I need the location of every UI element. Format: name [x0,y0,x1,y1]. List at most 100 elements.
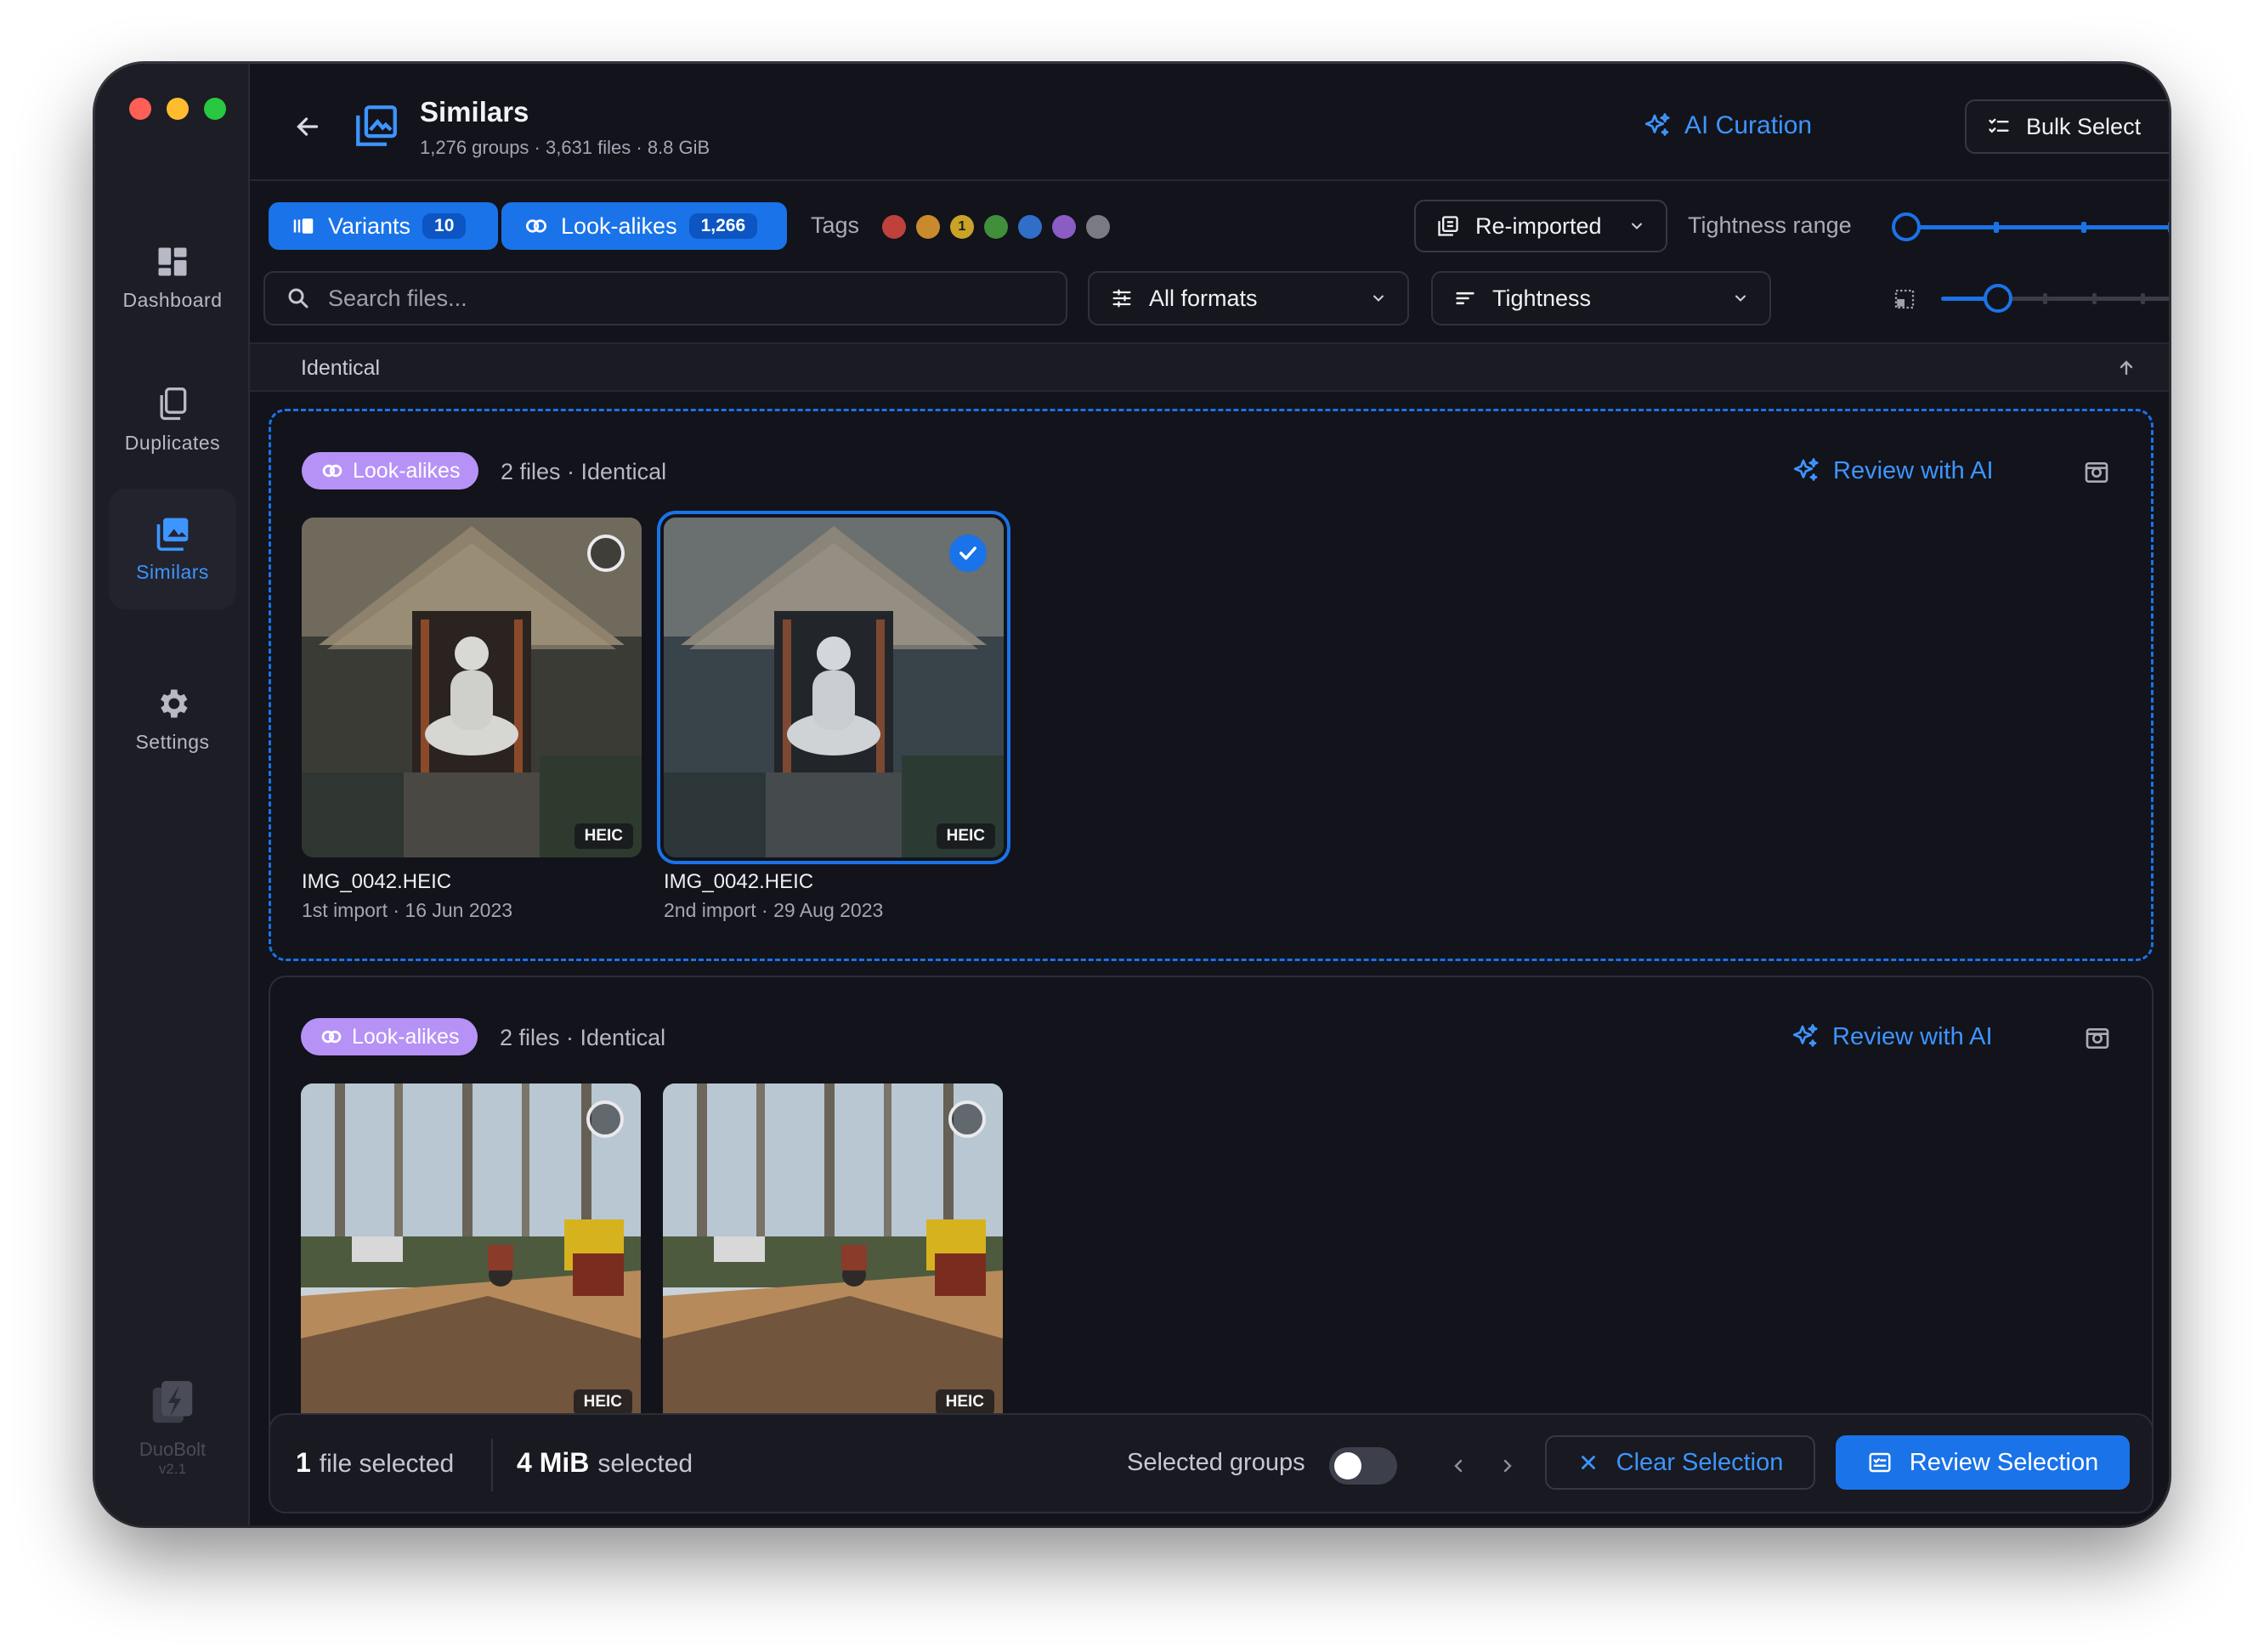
group-type-pill: Look-alikes [301,1018,478,1055]
size-tick [2043,293,2047,304]
tightness-range-label: Tightness range [1688,212,1852,238]
brand-version: v2.1 [158,1461,187,1477]
chevron-down-icon [1735,295,1746,302]
thumbnail-size-handle[interactable] [1984,284,2012,313]
review-selection-button[interactable]: Review Selection [1836,1435,2130,1490]
review-list-icon [1869,1452,1891,1473]
brand-logo: DuoBolt v2.1 [95,1377,250,1478]
lookalikes-icon [526,219,546,233]
bolt-logo-icon [152,1381,193,1423]
sparkle-icon [1793,458,1819,481]
format-badge: HEIC [935,1389,994,1415]
preview-icon[interactable] [2083,459,2110,486]
chevron-down-icon [1373,295,1384,302]
tag-color-dot[interactable] [916,215,940,239]
clear-selection-button[interactable]: Clear Selection [1545,1435,1815,1490]
ai-curation-label: AI Curation [1684,111,1813,139]
sidebar-item-settings[interactable]: Settings [109,659,236,779]
select-checkbox[interactable] [587,535,625,572]
group-type-label: Look-alikes [352,1024,460,1049]
sparkle-icon [1792,1024,1818,1047]
tightness-range-track[interactable] [1905,225,2169,229]
tightness-sort-dropdown[interactable]: Tightness [1431,271,1771,325]
variants-filter-button[interactable]: Variants 10 [269,202,498,250]
similar-group[interactable]: Look-alikes 2 files · Identical Review w… [269,409,2154,961]
sidebar-item-dashboard[interactable]: Dashboard [109,217,236,337]
review-with-ai-button[interactable]: Review with AI [1790,1021,1993,1052]
back-arrow-icon[interactable] [292,111,323,142]
select-checkbox[interactable] [948,1100,986,1138]
tightness-range-min-handle[interactable] [1892,212,1921,241]
selected-groups-toggle[interactable] [1329,1447,1397,1485]
close-window-button[interactable] [129,98,151,120]
ai-curation-button[interactable]: AI Curation [1642,110,1812,141]
maximize-window-button[interactable] [204,98,226,120]
search-input[interactable] [328,285,1045,312]
shrine-photo [664,518,1004,857]
reimported-dropdown[interactable]: Re-imported [1414,200,1667,252]
tag-color-dot[interactable] [1018,215,1042,239]
selected-size-label: selected [597,1450,693,1478]
sidebar-item-similars[interactable]: Similars [109,489,236,609]
selected-count-label: file selected [319,1450,455,1478]
page-header: Similars 1,276 groups · 3,631 files · 8.… [250,64,2169,181]
preview-icon[interactable] [2084,1025,2111,1052]
chevron-left-icon[interactable] [1448,1456,1469,1476]
checklist-icon [1989,118,2009,133]
file-name: IMG_0042.HEIC [664,870,814,893]
formats-label: All formats [1149,285,1258,311]
lookalikes-icon [321,1030,342,1044]
format-badge: HEIC [573,1389,632,1415]
group-meta: 2 files · Identical [501,459,667,484]
range-tick [2168,222,2169,233]
street-photo [301,1083,641,1423]
sidebar-item-duplicates[interactable]: Duplicates [109,359,236,480]
minimize-window-button[interactable] [167,98,189,120]
tag-color-dot[interactable] [882,215,906,239]
file-thumbnail[interactable]: HEIC [302,518,642,857]
divider [491,1439,493,1491]
section-title: Identical [301,356,381,380]
variants-label: Variants [328,212,411,239]
group-type-pill: Look-alikes [302,452,479,489]
arrow-up-icon[interactable] [2116,358,2137,378]
select-checkbox[interactable] [586,1100,624,1138]
formats-dropdown[interactable]: All formats [1088,271,1409,325]
format-badge: HEIC [936,823,995,849]
sliders-icon [1112,289,1131,308]
review-with-ai-button[interactable]: Review with AI [1791,455,1994,486]
file-name: IMG_0042.HEIC [302,870,452,893]
search-icon [288,288,308,308]
close-icon [1581,1456,1595,1469]
select-checkbox-checked[interactable] [949,535,987,572]
tag-color-dot[interactable] [1086,215,1110,239]
tag-color-dot[interactable] [984,215,1008,239]
lookalikes-icon [322,464,342,478]
sidebar: Dashboard Duplicates Similars Settings D… [95,64,250,1525]
range-tick [1994,222,1999,233]
sidebar-item-label: Similars [136,560,209,583]
lookalikes-filter-button[interactable]: Look-alikes 1,266 [501,202,787,250]
chevron-right-icon[interactable] [1497,1456,1518,1476]
similars-icon [356,105,397,146]
dashboard-icon [158,247,187,275]
tag-color-dot[interactable] [1052,215,1076,239]
file-thumbnail[interactable]: HEIC [301,1083,641,1423]
similars-icon [156,518,189,551]
shrine-photo [302,518,642,857]
format-badge: HEIC [574,823,633,849]
small-thumbnail-icon[interactable] [1892,286,1917,312]
sparkle-icon [1644,113,1670,136]
selection-bar: 1 file selected 4 MiB selected Selected gr… [269,1413,2154,1513]
section-header[interactable]: Identical [250,342,2169,392]
search-box [263,271,1067,325]
bulk-select-dropdown[interactable]: Bulk Select [1965,99,2169,154]
file-thumbnail[interactable]: HEIC [663,1083,1003,1423]
similar-group[interactable]: Look-alikes 2 files · Identical Review w… [269,976,2154,1468]
tag-color-dot[interactable]: 1 [950,215,974,239]
window-controls [129,98,226,120]
variants-icon [293,218,314,234]
sidebar-item-label: Duplicates [124,431,221,454]
file-thumbnail-selected[interactable]: HEIC [664,518,1004,857]
page-title: Similars [420,96,529,127]
